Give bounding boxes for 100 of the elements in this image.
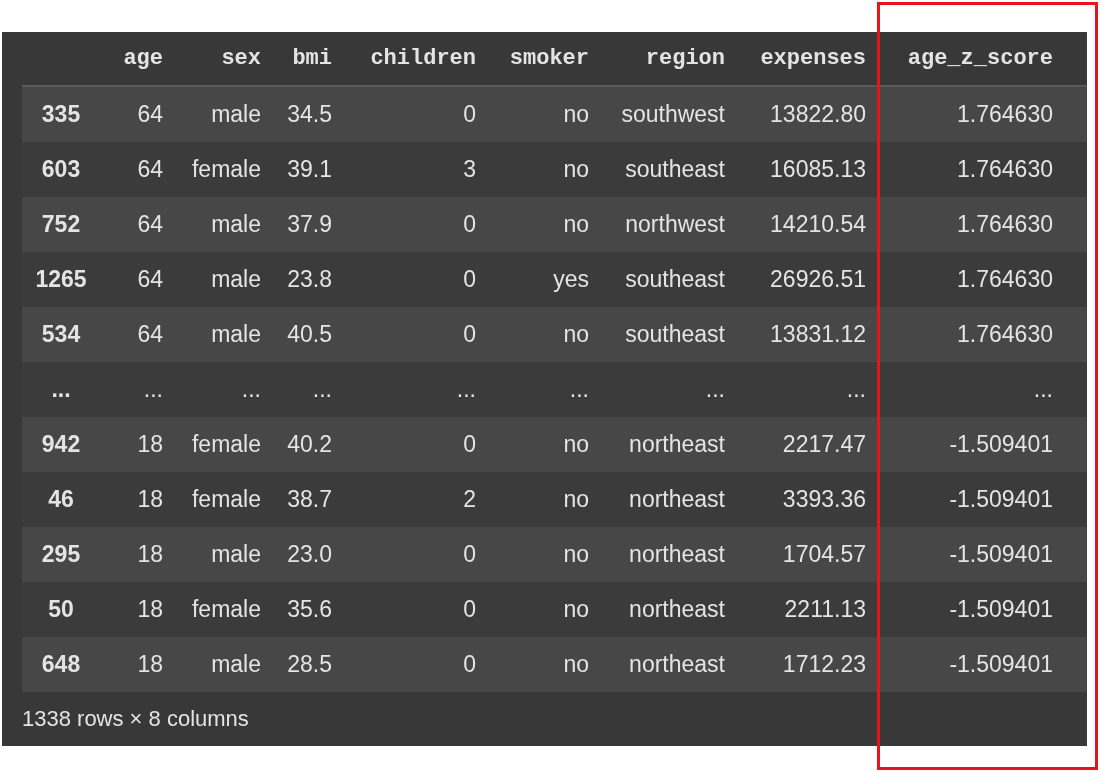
table-cell-text: male: [210, 101, 262, 128]
row-index: ...: [50, 376, 72, 403]
row-index: 942: [40, 431, 82, 458]
table-cell-text: 23.0: [286, 541, 333, 568]
column-header: bmi: [291, 46, 333, 71]
table-cell-text: southwest: [620, 101, 726, 128]
table-cell-text: no: [562, 156, 590, 183]
row-index: 648: [40, 651, 82, 678]
table-cell-text: 13831.12: [769, 321, 867, 348]
table-cell-text: 1.764630: [956, 321, 1054, 348]
table-cell-text: 2217.47: [781, 431, 867, 458]
table-cell-text: 1.764630: [956, 266, 1054, 293]
table-cell-text: no: [562, 541, 590, 568]
table-cell-text: 3393.36: [781, 486, 867, 513]
table-cell-text: male: [210, 651, 262, 678]
table-cell-text: ...: [311, 376, 333, 403]
table-cell-text: northeast: [628, 431, 726, 458]
table-cell-text: 64: [136, 266, 164, 293]
row-index: 603: [40, 156, 82, 183]
table-cell-text: 18: [136, 596, 164, 623]
table-cell-text: male: [210, 541, 262, 568]
table-cell-text: 16085.13: [769, 156, 867, 183]
table-cell-text: 1.764630: [956, 101, 1054, 128]
table-cell-text: 18: [136, 651, 164, 678]
table-cell-text: no: [562, 651, 590, 678]
table-cell-text: northeast: [628, 651, 726, 678]
table-cell-text: -1.509401: [948, 541, 1054, 568]
table-cell-text: 0: [462, 266, 477, 293]
table-cell-text: 0: [462, 651, 477, 678]
table-cell-text: 0: [462, 321, 477, 348]
table-cell-text: 26926.51: [769, 266, 867, 293]
column-header: age_z_score: [906, 46, 1054, 71]
table-cell-text: northeast: [628, 596, 726, 623]
table-cell-text: no: [562, 321, 590, 348]
column-header: children: [369, 46, 477, 71]
table-cell-text: ...: [455, 376, 477, 403]
column-header: age: [122, 46, 164, 71]
table-cell-text: 1.764630: [956, 156, 1054, 183]
table-cell-text: 23.8: [286, 266, 333, 293]
row-index: 1265: [34, 266, 88, 293]
row-index: 295: [40, 541, 82, 568]
table-cell-text: 18: [136, 486, 164, 513]
table-cell-text: northeast: [628, 486, 726, 513]
table-cell-text: yes: [552, 266, 590, 293]
table-cell-text: 13822.80: [769, 101, 867, 128]
table-cell-text: female: [190, 596, 262, 623]
column-header: smoker: [508, 46, 590, 71]
table-cell-text: no: [562, 101, 590, 128]
table-cell-text: 38.7: [286, 486, 333, 513]
table-cell-text: female: [190, 486, 262, 513]
table-cell-text: 1.764630: [956, 211, 1054, 238]
table-cell-text: -1.509401: [948, 486, 1054, 513]
table-cell-text: 14210.54: [769, 211, 867, 238]
table-cell-text: 64: [136, 101, 164, 128]
table-cell-text: male: [210, 266, 262, 293]
table-cell-text: 28.5: [286, 651, 333, 678]
table-cell-text: no: [562, 486, 590, 513]
table-cell-text: ...: [704, 376, 726, 403]
table-cell-text: no: [562, 211, 590, 238]
table-cell-text: 0: [462, 431, 477, 458]
table-cell-text: 0: [462, 541, 477, 568]
table-cell-text: female: [190, 431, 262, 458]
table-cell-text: southeast: [624, 266, 726, 293]
table-cell-text: 39.1: [286, 156, 333, 183]
shape-summary: 1338 rows × 8 columns: [22, 706, 249, 732]
table-cell-text: 2211.13: [783, 596, 867, 623]
row-index: 752: [40, 211, 82, 238]
row-index: 50: [47, 596, 75, 623]
table-cell-text: no: [562, 431, 590, 458]
table-cell-text: female: [190, 156, 262, 183]
table-cell-text: male: [210, 321, 262, 348]
table-cell-text: -1.509401: [948, 596, 1054, 623]
table-cell-text: ...: [240, 376, 262, 403]
table-cell-text: ...: [1032, 376, 1054, 403]
table-cell-text: 40.2: [286, 431, 333, 458]
column-header: expenses: [759, 46, 867, 71]
table-cell-text: 40.5: [286, 321, 333, 348]
row-index: 46: [47, 486, 75, 513]
table-cell-text: northeast: [628, 541, 726, 568]
table-cell-text: ...: [568, 376, 590, 403]
table-cell-text: 64: [136, 156, 164, 183]
table-cell-text: 18: [136, 431, 164, 458]
table-cell-text: southeast: [624, 321, 726, 348]
row-index: 335: [40, 101, 82, 128]
table-cell-text: 18: [136, 541, 164, 568]
table-cell-text: ...: [845, 376, 867, 403]
table-cell-text: 2: [462, 486, 477, 513]
table-cell-text: 35.6: [286, 596, 333, 623]
table-cell-text: 1712.23: [781, 651, 867, 678]
table-cell-text: 0: [462, 596, 477, 623]
table-cell-text: southeast: [624, 156, 726, 183]
row-index: 534: [40, 321, 82, 348]
table-cell-text: northwest: [624, 211, 726, 238]
table-cell-text: 64: [136, 211, 164, 238]
table-cell-text: -1.509401: [948, 651, 1054, 678]
table-cell-text: 37.9: [286, 211, 333, 238]
table-cell-text: male: [210, 211, 262, 238]
table-cell-text: 64: [136, 321, 164, 348]
table-cell-text: ...: [142, 376, 164, 403]
table-cell-text: 1704.57: [781, 541, 867, 568]
